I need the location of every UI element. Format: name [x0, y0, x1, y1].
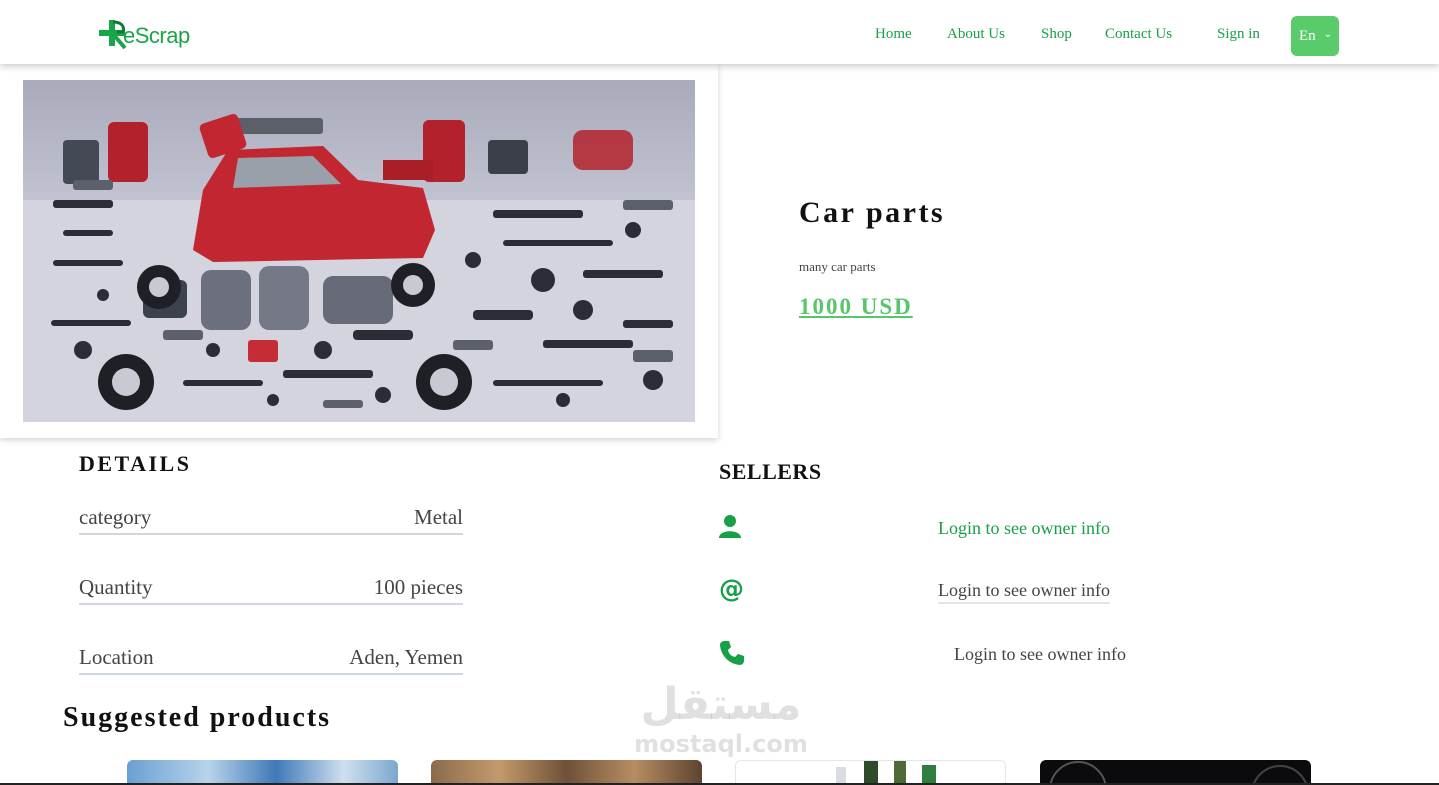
suggested-product-card-plastic[interactable] [127, 760, 398, 785]
product-price: 1000 USD [799, 294, 913, 319]
product-description: many car parts [799, 259, 876, 274]
detail-value: 100 pieces [373, 575, 463, 599]
glass-bottles-image [836, 761, 936, 785]
nav-home[interactable]: Home [875, 26, 912, 43]
top-navbar: eScrap Home About Us Shop Contact Us Sig… [0, 0, 1439, 64]
rescrap-logo[interactable]: eScrap [95, 14, 205, 54]
detail-label: category [79, 505, 152, 529]
detail-label: Quantity [79, 575, 153, 599]
product-image-card [0, 64, 718, 438]
nav-about-us[interactable]: About Us [947, 26, 1005, 43]
tires-image [1049, 761, 1308, 785]
nav-sign-in[interactable]: Sign in [1217, 26, 1260, 43]
suggested-products-heading: Suggested products [63, 702, 332, 733]
suggested-product-card-wood[interactable] [431, 760, 702, 785]
nav-shop[interactable]: Shop [1041, 26, 1072, 43]
at-sign-icon: @ [719, 576, 744, 602]
suggested-product-card-bottles[interactable] [735, 760, 1006, 785]
car-parts-illustration [23, 114, 695, 422]
svg-text:@: @ [719, 576, 744, 602]
detail-row-category: category Metal [79, 503, 463, 535]
chevron-down-icon: ⌄ [1323, 29, 1332, 40]
product-title: Car parts [799, 196, 946, 229]
sellers-heading: SELLERS [719, 459, 822, 484]
mostaql-watermark: مستقل mostaql.com [633, 680, 809, 770]
detail-value: Metal [414, 505, 463, 529]
brand-name: eScrap [123, 23, 190, 48]
detail-label: Location [79, 645, 154, 669]
product-photo [23, 80, 695, 422]
user-icon [719, 515, 741, 538]
detail-row-quantity: Quantity 100 pieces [79, 573, 463, 605]
detail-row-location: Location Aden, Yemen [79, 643, 463, 675]
detail-value: Aden, Yemen [349, 645, 463, 669]
seller-name-login-link[interactable]: Login to see owner info [938, 518, 1110, 539]
details-heading: DETAILS [79, 451, 192, 476]
watermark-latin: mostaql.com [634, 730, 808, 758]
seller-phone-login-link[interactable]: Login to see owner info [954, 644, 1126, 665]
suggested-product-card-tires[interactable] [1040, 760, 1311, 785]
language-select[interactable]: En ⌄ [1291, 16, 1339, 56]
seller-email-login-link[interactable]: Login to see owner info [938, 580, 1110, 604]
phone-icon [720, 641, 744, 665]
language-value: En [1299, 28, 1316, 44]
nav-contact-us[interactable]: Contact Us [1105, 26, 1172, 43]
watermark-arabic: مستقل [640, 679, 802, 730]
